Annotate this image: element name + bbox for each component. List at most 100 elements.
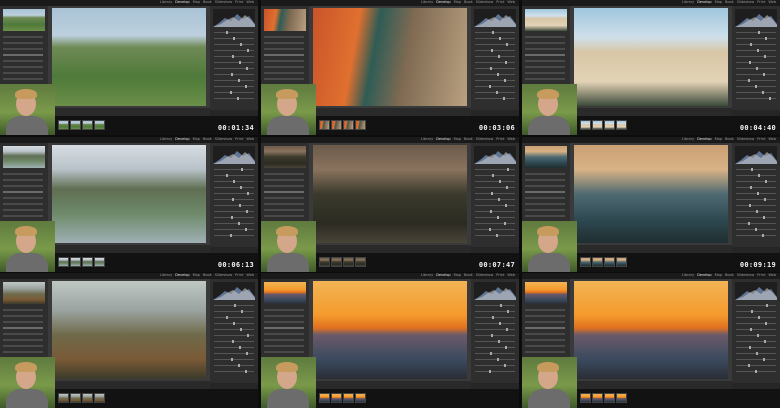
adjustment-slider[interactable] [736, 310, 776, 313]
navigator-preview[interactable] [264, 282, 306, 304]
slider-handle[interactable] [496, 91, 498, 94]
slider-handle[interactable] [757, 334, 759, 337]
adjustment-slider[interactable] [736, 180, 776, 183]
filmstrip-thumbnail[interactable] [94, 120, 105, 130]
slider-handle[interactable] [492, 174, 494, 177]
preset-list-item[interactable] [3, 48, 43, 50]
adjustment-slider[interactable] [214, 67, 254, 70]
preset-list-item[interactable] [264, 327, 304, 329]
adjustment-slider[interactable] [214, 43, 254, 46]
adjustment-slider[interactable] [475, 180, 515, 183]
adjustment-slider[interactable] [214, 358, 254, 361]
preset-list-item[interactable] [525, 333, 565, 335]
slider-handle[interactable] [748, 222, 750, 225]
slider-handle[interactable] [751, 168, 753, 171]
filmstrip-thumbnail[interactable] [343, 393, 354, 403]
navigator-preview[interactable] [3, 9, 45, 31]
navigator-preview[interactable] [3, 146, 45, 168]
preset-list-item[interactable] [3, 60, 43, 62]
slider-handle[interactable] [758, 31, 760, 34]
preset-list-item[interactable] [525, 209, 565, 211]
module-develop[interactable]: Develop [697, 0, 711, 4]
module-library[interactable]: Library [421, 0, 433, 4]
adjustment-slider[interactable] [475, 174, 515, 177]
adjustment-slider[interactable] [214, 228, 254, 231]
adjustment-slider[interactable] [736, 316, 776, 319]
filmstrip-thumbnail[interactable] [319, 393, 330, 403]
adjustment-slider[interactable] [736, 328, 776, 331]
adjustment-slider[interactable] [736, 192, 776, 195]
slider-handle[interactable] [241, 310, 243, 313]
slider-handle[interactable] [765, 180, 767, 183]
adjustment-slider[interactable] [475, 91, 515, 94]
preset-list-item[interactable] [525, 185, 565, 187]
slider-handle[interactable] [230, 234, 232, 237]
preset-list-item[interactable] [525, 315, 565, 317]
adjustment-slider[interactable] [214, 322, 254, 325]
filmstrip-thumbnail[interactable] [331, 120, 342, 130]
filmstrip-thumbnail[interactable] [319, 120, 330, 130]
slider-handle[interactable] [245, 85, 247, 88]
slider-handle[interactable] [765, 37, 767, 40]
adjustment-slider[interactable] [214, 198, 254, 201]
filmstrip-thumbnail[interactable] [82, 120, 93, 130]
filmstrip-thumbnail[interactable] [94, 393, 105, 403]
preset-list-item[interactable] [264, 191, 304, 193]
slider-handle[interactable] [504, 79, 506, 82]
preset-list-item[interactable] [264, 345, 304, 347]
slider-handle[interactable] [239, 204, 241, 207]
module-develop[interactable]: Develop [436, 0, 450, 4]
slider-handle[interactable] [232, 55, 234, 58]
photo-hollywood-sign-dusk[interactable] [313, 145, 467, 243]
adjustment-slider[interactable] [736, 43, 776, 46]
module-book[interactable]: Book [725, 273, 734, 277]
adjustment-slider[interactable] [736, 322, 776, 325]
slider-handle[interactable] [749, 346, 751, 349]
preset-list-item[interactable] [3, 42, 43, 44]
slider-handle[interactable] [234, 304, 236, 307]
slider-handle[interactable] [758, 316, 760, 319]
module-web[interactable]: Web [768, 273, 776, 277]
module-library[interactable]: Library [682, 137, 694, 141]
slider-handle[interactable] [245, 228, 247, 231]
slider-handle[interactable] [756, 67, 758, 70]
module-library[interactable]: Library [160, 137, 172, 141]
adjustment-slider[interactable] [736, 67, 776, 70]
module-slideshow[interactable]: Slideshow [737, 273, 755, 277]
preset-list-item[interactable] [3, 345, 43, 347]
adjustment-slider[interactable] [475, 204, 515, 207]
adjustment-slider[interactable] [475, 216, 515, 219]
preset-list-item[interactable] [525, 309, 565, 311]
preset-list-item[interactable] [3, 66, 43, 68]
slider-handle[interactable] [247, 49, 249, 52]
adjustment-slider[interactable] [214, 216, 254, 219]
preset-list-item[interactable] [525, 72, 565, 74]
adjustment-slider[interactable] [736, 37, 776, 40]
module-book[interactable]: Book [464, 137, 473, 141]
slider-handle[interactable] [230, 91, 232, 94]
adjustment-slider[interactable] [214, 180, 254, 183]
adjustment-slider[interactable] [475, 334, 515, 337]
slider-handle[interactable] [498, 198, 500, 201]
filmstrip-thumbnail[interactable] [331, 257, 342, 267]
preset-list-item[interactable] [3, 179, 43, 181]
adjustment-slider[interactable] [736, 55, 776, 58]
slider-handle[interactable] [237, 97, 239, 100]
adjustment-slider[interactable] [214, 370, 254, 373]
adjustment-slider[interactable] [214, 346, 254, 349]
filmstrip-thumbnail[interactable] [82, 393, 93, 403]
module-map[interactable]: Map [193, 273, 200, 277]
slider-handle[interactable] [246, 210, 248, 213]
module-develop[interactable]: Develop [697, 273, 711, 277]
preset-list-item[interactable] [525, 60, 565, 62]
adjustment-slider[interactable] [475, 234, 515, 237]
slider-handle[interactable] [507, 168, 509, 171]
preset-list-item[interactable] [525, 321, 565, 323]
module-develop[interactable]: Develop [697, 137, 711, 141]
filmstrip-thumbnail[interactable] [616, 257, 627, 267]
slider-handle[interactable] [504, 222, 506, 225]
slider-handle[interactable] [766, 304, 768, 307]
filmstrip-thumbnail[interactable] [70, 257, 81, 267]
photo-mountain-branches[interactable] [52, 281, 206, 379]
slider-handle[interactable] [748, 364, 750, 367]
